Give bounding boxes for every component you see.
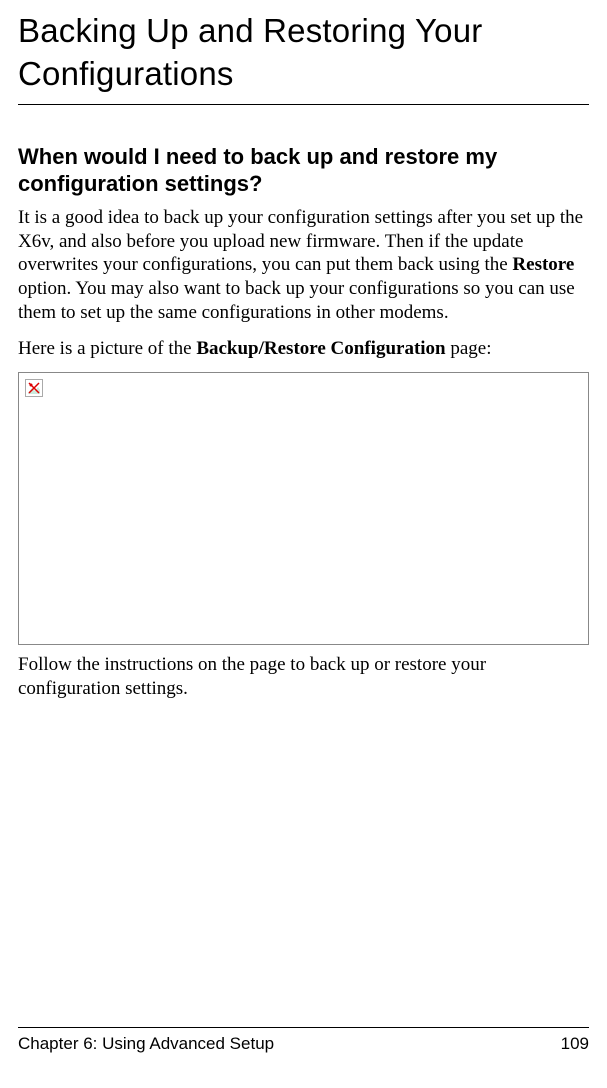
para2-post-text: page: xyxy=(446,338,492,359)
broken-image-icon xyxy=(25,379,43,397)
footer-page-number: 109 xyxy=(561,1034,589,1054)
footer-chapter-label: Chapter 6: Using Advanced Setup xyxy=(18,1034,274,1054)
para1-post-text: option. You may also want to back up you… xyxy=(18,278,575,323)
para2-pre-text: Here is a picture of the xyxy=(18,338,196,359)
paragraph-3: Follow the instructions on the page to b… xyxy=(18,653,589,701)
page-footer: Chapter 6: Using Advanced Setup 109 xyxy=(18,1027,589,1054)
para1-pre-text: It is a good idea to back up your config… xyxy=(18,207,583,276)
paragraph-2: Here is a picture of the Backup/Restore … xyxy=(18,337,589,361)
para1-bold-text: Restore xyxy=(512,254,574,275)
page-title-heading: Backing Up and Restoring Your Configurat… xyxy=(18,10,589,105)
screenshot-placeholder-box xyxy=(18,372,589,645)
para2-bold-text: Backup/Restore Configuration xyxy=(196,338,445,359)
section-subheading: When would I need to back up and restore… xyxy=(18,143,589,198)
paragraph-1: It is a good idea to back up your config… xyxy=(18,206,589,325)
